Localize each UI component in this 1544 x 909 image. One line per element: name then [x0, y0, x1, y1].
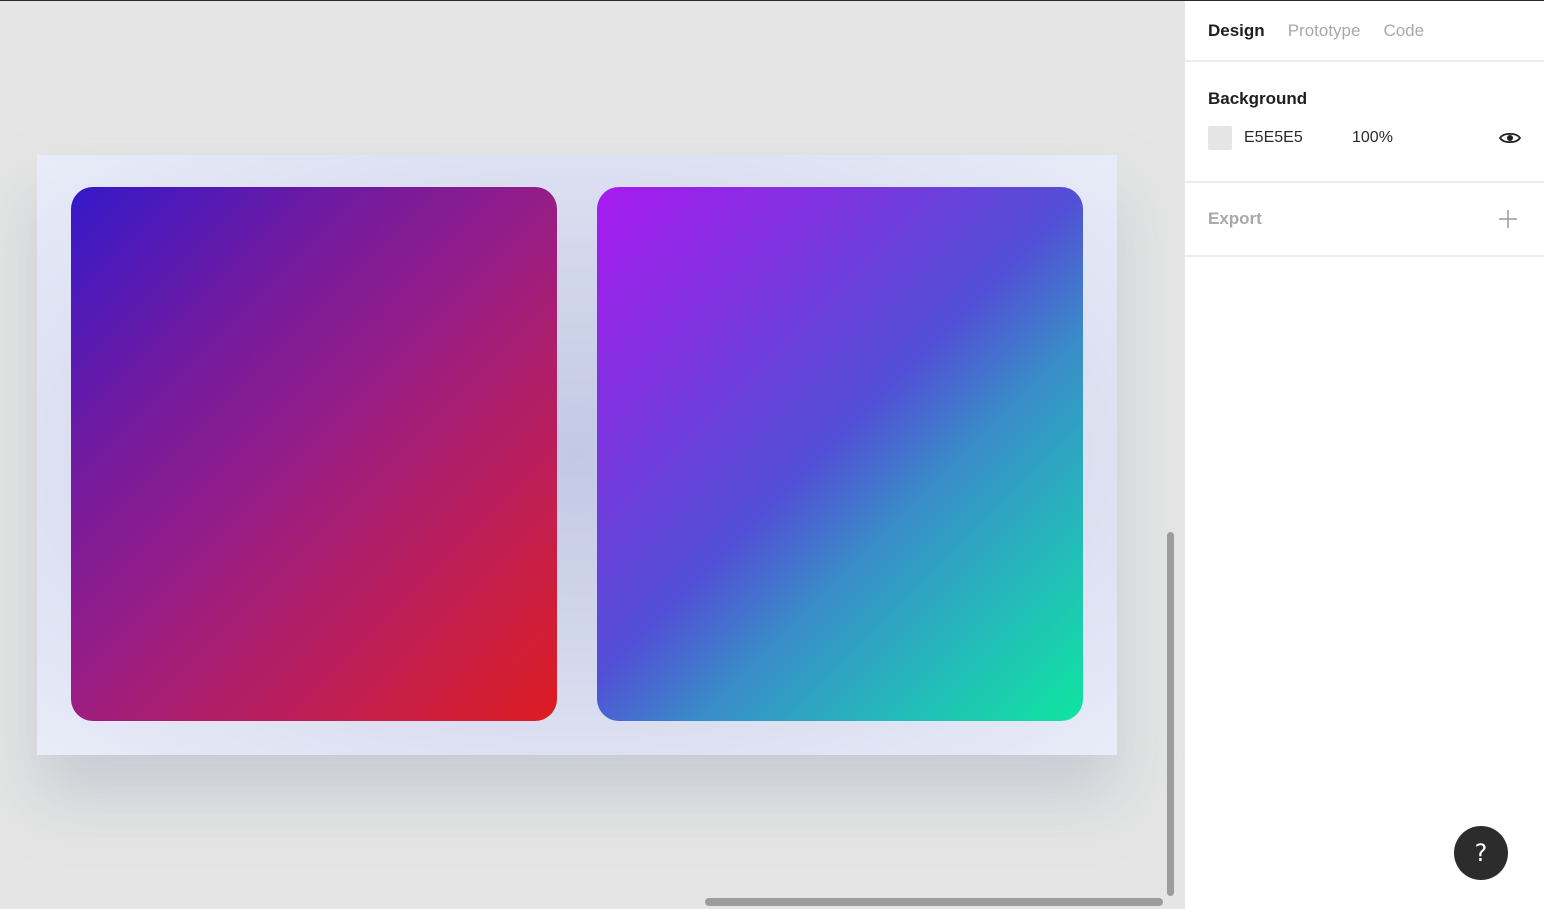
background-title: Background	[1208, 89, 1308, 108]
background-color-swatch[interactable]	[1208, 126, 1232, 150]
help-button[interactable]: ?	[1454, 826, 1508, 880]
gradient-card-red-purple[interactable]	[71, 187, 557, 721]
panel-tabs: Design Prototype Code	[1185, 1, 1544, 62]
background-hex-input[interactable]: E5E5E5	[1244, 129, 1352, 147]
eye-icon[interactable]	[1499, 128, 1521, 148]
export-title: Export	[1208, 209, 1262, 228]
horizontal-scrollbar[interactable]	[705, 898, 1163, 906]
frame[interactable]	[37, 155, 1117, 755]
properties-panel: Design Prototype Code Background E5E5E5 …	[1184, 1, 1544, 909]
gradient-card-purple-green[interactable]	[597, 187, 1083, 721]
vertical-scrollbar[interactable]	[1167, 532, 1174, 896]
export-section: Export	[1185, 183, 1544, 257]
plus-icon[interactable]	[1498, 209, 1518, 229]
app-window: Design Prototype Code Background E5E5E5 …	[0, 0, 1544, 909]
tab-design[interactable]: Design	[1208, 21, 1265, 41]
tab-prototype[interactable]: Prototype	[1288, 21, 1361, 41]
background-fill-row: E5E5E5 100%	[1208, 125, 1521, 151]
background-section: Background E5E5E5 100%	[1185, 62, 1544, 183]
tab-code[interactable]: Code	[1383, 21, 1424, 41]
background-opacity-input[interactable]: 100%	[1352, 129, 1393, 147]
design-canvas[interactable]	[0, 1, 1184, 909]
